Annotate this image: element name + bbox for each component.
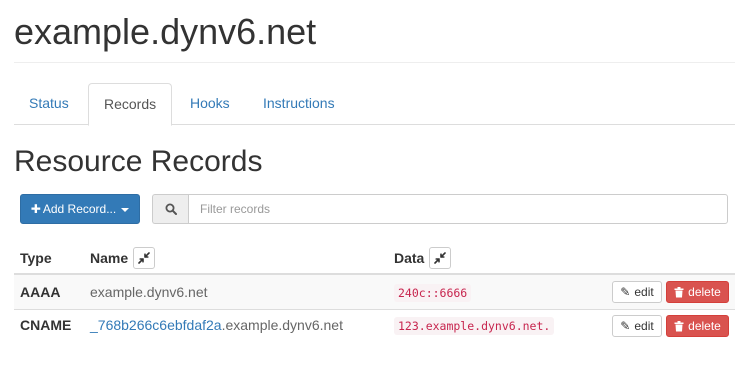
edit-label: edit xyxy=(634,319,654,333)
compress-icon xyxy=(138,252,150,264)
caret-down-icon xyxy=(121,207,130,212)
search-icon xyxy=(152,194,188,224)
edit-label: edit xyxy=(634,285,654,299)
filter-records-input[interactable] xyxy=(188,194,728,224)
tab-hooks[interactable]: Hooks xyxy=(175,83,245,125)
column-header-data: Data xyxy=(394,250,425,266)
column-header-type: Type xyxy=(20,250,52,266)
filter-group xyxy=(152,194,728,224)
delete-label: delete xyxy=(688,285,721,299)
edit-button[interactable]: ✎ edit xyxy=(612,281,662,303)
plus-icon: ✚ xyxy=(30,202,41,216)
record-name: _768b266c6ebfdaf2a.example.dynv6.net xyxy=(90,317,343,333)
section-title: Resource Records xyxy=(14,145,263,178)
record-type: AAAA xyxy=(20,284,61,300)
trash-icon xyxy=(674,286,684,297)
record-data: 123.example.dynv6.net. xyxy=(394,317,555,335)
record-type: CNAME xyxy=(20,317,72,333)
pencil-icon: ✎ xyxy=(620,285,631,299)
add-record-button[interactable]: ✚ Add Record... xyxy=(20,194,140,224)
delete-button[interactable]: delete xyxy=(666,281,729,303)
edit-button[interactable]: ✎ edit xyxy=(612,315,662,337)
compress-icon xyxy=(434,252,446,264)
name-column-compress-button[interactable] xyxy=(133,247,155,269)
column-header-name: Name xyxy=(90,250,129,266)
record-name-link[interactable]: _768b266c6ebfdaf2a xyxy=(90,317,222,333)
record-name-domain: example.dynv6.net xyxy=(90,284,208,300)
tab-bar: Status Records Hooks Instructions xyxy=(14,83,735,126)
delete-label: delete xyxy=(688,319,721,333)
data-column-compress-button[interactable] xyxy=(429,247,451,269)
title-divider xyxy=(14,62,735,63)
pencil-icon: ✎ xyxy=(620,319,631,333)
add-record-label: Add Record... xyxy=(42,202,117,216)
delete-button[interactable]: delete xyxy=(666,315,729,337)
trash-icon xyxy=(674,320,684,331)
page-title: example.dynv6.net xyxy=(14,11,317,52)
tab-status[interactable]: Status xyxy=(14,83,84,125)
record-name: example.dynv6.net xyxy=(90,284,208,300)
tab-instructions[interactable]: Instructions xyxy=(248,83,350,125)
tab-records[interactable]: Records xyxy=(88,83,173,126)
record-name-domain: .example.dynv6.net xyxy=(221,317,343,333)
row-divider xyxy=(14,309,735,310)
record-data: 240c::6666 xyxy=(394,284,472,302)
